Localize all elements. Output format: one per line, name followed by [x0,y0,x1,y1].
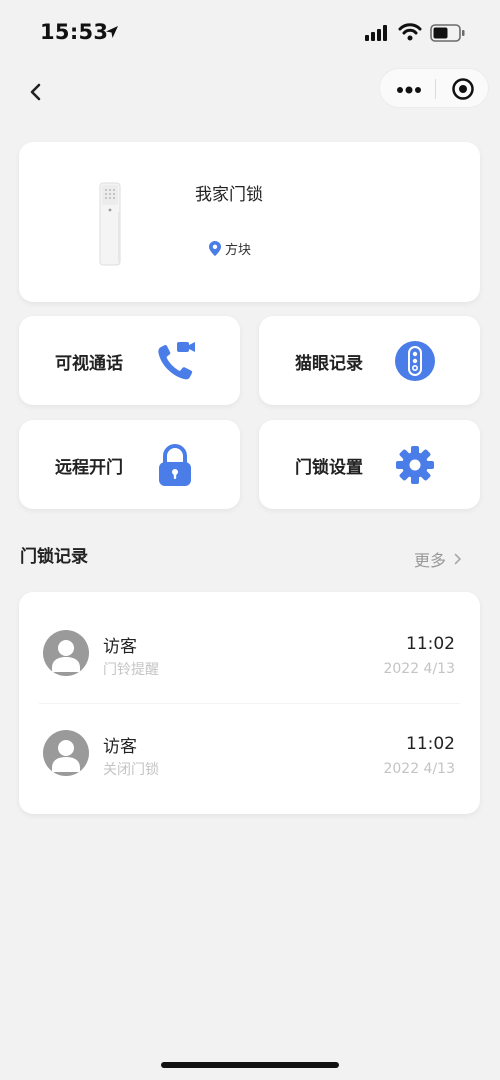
device-card[interactable]: 我家门锁 方块 [19,142,480,302]
tile-video-call[interactable]: 可视通话 [19,316,240,405]
records-section-title: 门锁记录 [20,547,88,567]
tile-remote-unlock-label: 远程开门 [55,458,123,478]
gear-icon [392,442,438,488]
close-miniprogram-button[interactable] [451,77,475,105]
tile-video-call-label: 可视通话 [55,354,123,374]
tile-peephole-label: 猫眼记录 [295,354,363,374]
device-location-label: 方块 [225,243,252,258]
record-date: 2022 4/13 [383,661,455,677]
record-time: 11:02 [406,634,455,654]
record-event: 门铃提醒 [103,662,159,678]
record-event: 关闭门锁 [103,762,159,778]
capsule-divider [435,79,436,99]
tile-lock-settings[interactable]: 门锁设置 [259,420,480,509]
status-bar: 15:53 [0,0,500,64]
tile-remote-unlock[interactable]: 远程开门 [19,420,240,509]
video-call-icon [152,338,198,384]
record-visitor-name: 访客 [103,637,137,657]
padlock-icon [152,442,198,488]
device-location: 方块 [209,239,251,258]
miniprogram-capsule [379,68,489,108]
peephole-icon [392,338,438,384]
cellular-signal-icon [365,25,391,45]
avatar [43,730,89,776]
chevron-left-icon [30,83,41,101]
more-dots-icon [397,86,421,94]
more-records-label: 更多 [414,551,447,570]
list-item[interactable]: 访客 门铃提醒 11:02 2022 4/13 [19,604,480,704]
avatar [43,630,89,676]
door-lock-device-icon [99,182,121,270]
back-button[interactable] [22,80,50,104]
tile-lock-settings-label: 门锁设置 [295,458,363,478]
record-date: 2022 4/13 [383,761,455,777]
user-avatar-icon [52,640,80,672]
battery-icon [430,24,466,46]
chevron-right-icon [454,553,462,565]
location-arrow-icon [104,24,120,44]
home-indicator[interactable] [161,1062,339,1068]
record-visitor-name: 访客 [103,737,137,757]
records-list: 访客 门铃提醒 11:02 2022 4/13 访客 关闭门锁 11:02 20… [19,592,480,814]
more-options-button[interactable] [396,82,422,101]
more-records-link[interactable]: 更多 [414,547,462,571]
target-icon [452,78,474,100]
tile-peephole-records[interactable]: 猫眼记录 [259,316,480,405]
status-time: 15:53 [40,20,109,44]
user-avatar-icon [52,740,80,772]
record-time: 11:02 [406,734,455,754]
device-name: 我家门锁 [195,185,263,205]
location-pin-icon [209,241,221,256]
list-item[interactable]: 访客 关闭门锁 11:02 2022 4/13 [19,704,480,804]
wifi-icon [398,23,422,45]
